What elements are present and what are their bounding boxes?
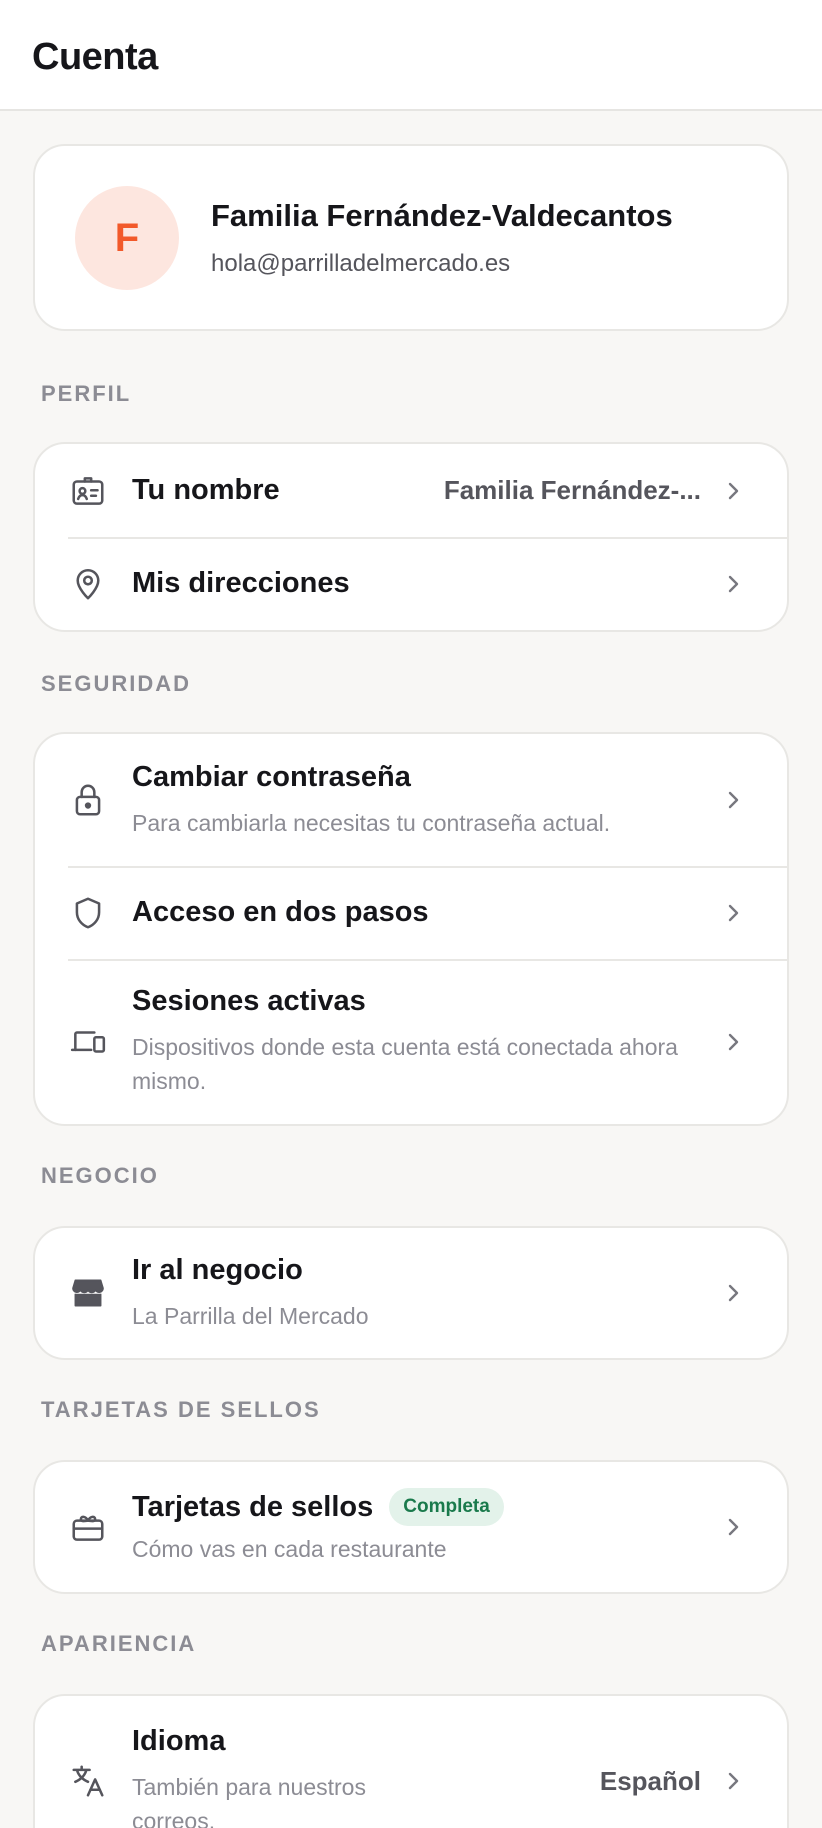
go-to-business-row[interactable]: Ir al negocio La Parrilla del Mercado: [35, 1228, 787, 1358]
business-name: La Parrilla del Mercado: [132, 1302, 369, 1329]
storefront-icon: [68, 1273, 108, 1313]
go-to-business-title: Ir al negocio: [132, 1253, 303, 1286]
tarjetas-card: Tarjetas de sellos Completa Cómo vas en …: [33, 1460, 789, 1594]
section-label-perfil: PERFIL: [41, 380, 132, 406]
your-name-row[interactable]: Tu nombre Familia Fernández-...: [35, 444, 787, 537]
chevron-right-icon: [721, 1515, 745, 1539]
avatar: F: [75, 186, 179, 290]
account-content: F Familia Fernández-Valdecantos hola@par…: [0, 111, 822, 1828]
section-label-seguridad: SEGURIDAD: [41, 671, 192, 696]
translate-icon: [68, 1761, 108, 1801]
active-sessions-row[interactable]: Sesiones activas Dispositivos donde esta…: [35, 959, 787, 1124]
language-subtitle: También para nuestros correos.: [132, 1773, 366, 1828]
my-addresses-row[interactable]: Mis direcciones: [35, 537, 787, 630]
devices-icon: [68, 1022, 108, 1062]
section-label-negocio: NEGOCIO: [41, 1163, 159, 1188]
chevron-right-icon: [721, 479, 745, 503]
language-row[interactable]: Idioma También para nuestros correos. Es…: [35, 1696, 787, 1828]
two-step-row[interactable]: Acceso en dos pasos: [35, 866, 787, 959]
chevron-right-icon: [721, 788, 745, 812]
lock-icon: [68, 780, 108, 820]
active-sessions-title: Sesiones activas: [132, 985, 366, 1017]
chevron-right-icon: [721, 901, 745, 925]
chevron-right-icon: [721, 1769, 745, 1793]
app-header: Cuenta: [0, 0, 822, 111]
chevron-right-icon: [721, 1281, 745, 1305]
two-step-title: Acceso en dos pasos: [132, 896, 429, 928]
section-label-tarjetas: TARJETAS DE SELLOS: [41, 1397, 321, 1422]
apariencia-card: Idioma También para nuestros correos. Es…: [33, 1694, 789, 1828]
your-name-value: Familia Fernández-...: [443, 475, 701, 505]
stamp-card-icon: [68, 1507, 108, 1547]
change-password-row[interactable]: Cambiar contraseña Para cambiarla necesi…: [35, 734, 787, 866]
change-password-subtitle: Para cambiarla necesitas tu contraseña a…: [132, 809, 611, 836]
seguridad-card: Cambiar contraseña Para cambiarla necesi…: [33, 732, 789, 1126]
stamp-cards-title: Tarjetas de sellos: [132, 1490, 374, 1523]
stamp-cards-row[interactable]: Tarjetas de sellos Completa Cómo vas en …: [35, 1462, 787, 1592]
status-badge: Completa: [389, 1488, 504, 1526]
section-label-apariencia: APARIENCIA: [41, 1631, 197, 1656]
profile-email: hola@parrilladelmercado.es: [211, 250, 511, 277]
id-badge-icon: [68, 471, 108, 511]
profile-name: Familia Fernández-Valdecantos: [211, 198, 673, 233]
map-pin-icon: [68, 564, 108, 604]
chevron-right-icon: [721, 572, 745, 596]
negocio-card: Ir al negocio La Parrilla del Mercado: [33, 1226, 789, 1360]
page-title: Cuenta: [32, 36, 158, 78]
profile-card: F Familia Fernández-Valdecantos hola@par…: [33, 144, 789, 331]
your-name-title: Tu nombre: [132, 474, 280, 506]
stamp-cards-subtitle: Cómo vas en cada restaurante: [132, 1536, 447, 1562]
shield-icon: [68, 893, 108, 933]
change-password-title: Cambiar contraseña: [132, 760, 411, 793]
language-value: Español: [599, 1765, 701, 1796]
perfil-card: Tu nombre Familia Fernández-... Mis dire…: [33, 442, 789, 632]
active-sessions-subtitle: Dispositivos donde esta cuenta está cone…: [132, 1034, 678, 1094]
my-addresses-title: Mis direcciones: [132, 567, 350, 599]
chevron-right-icon: [721, 1030, 745, 1054]
language-title: Idioma: [132, 1724, 226, 1757]
